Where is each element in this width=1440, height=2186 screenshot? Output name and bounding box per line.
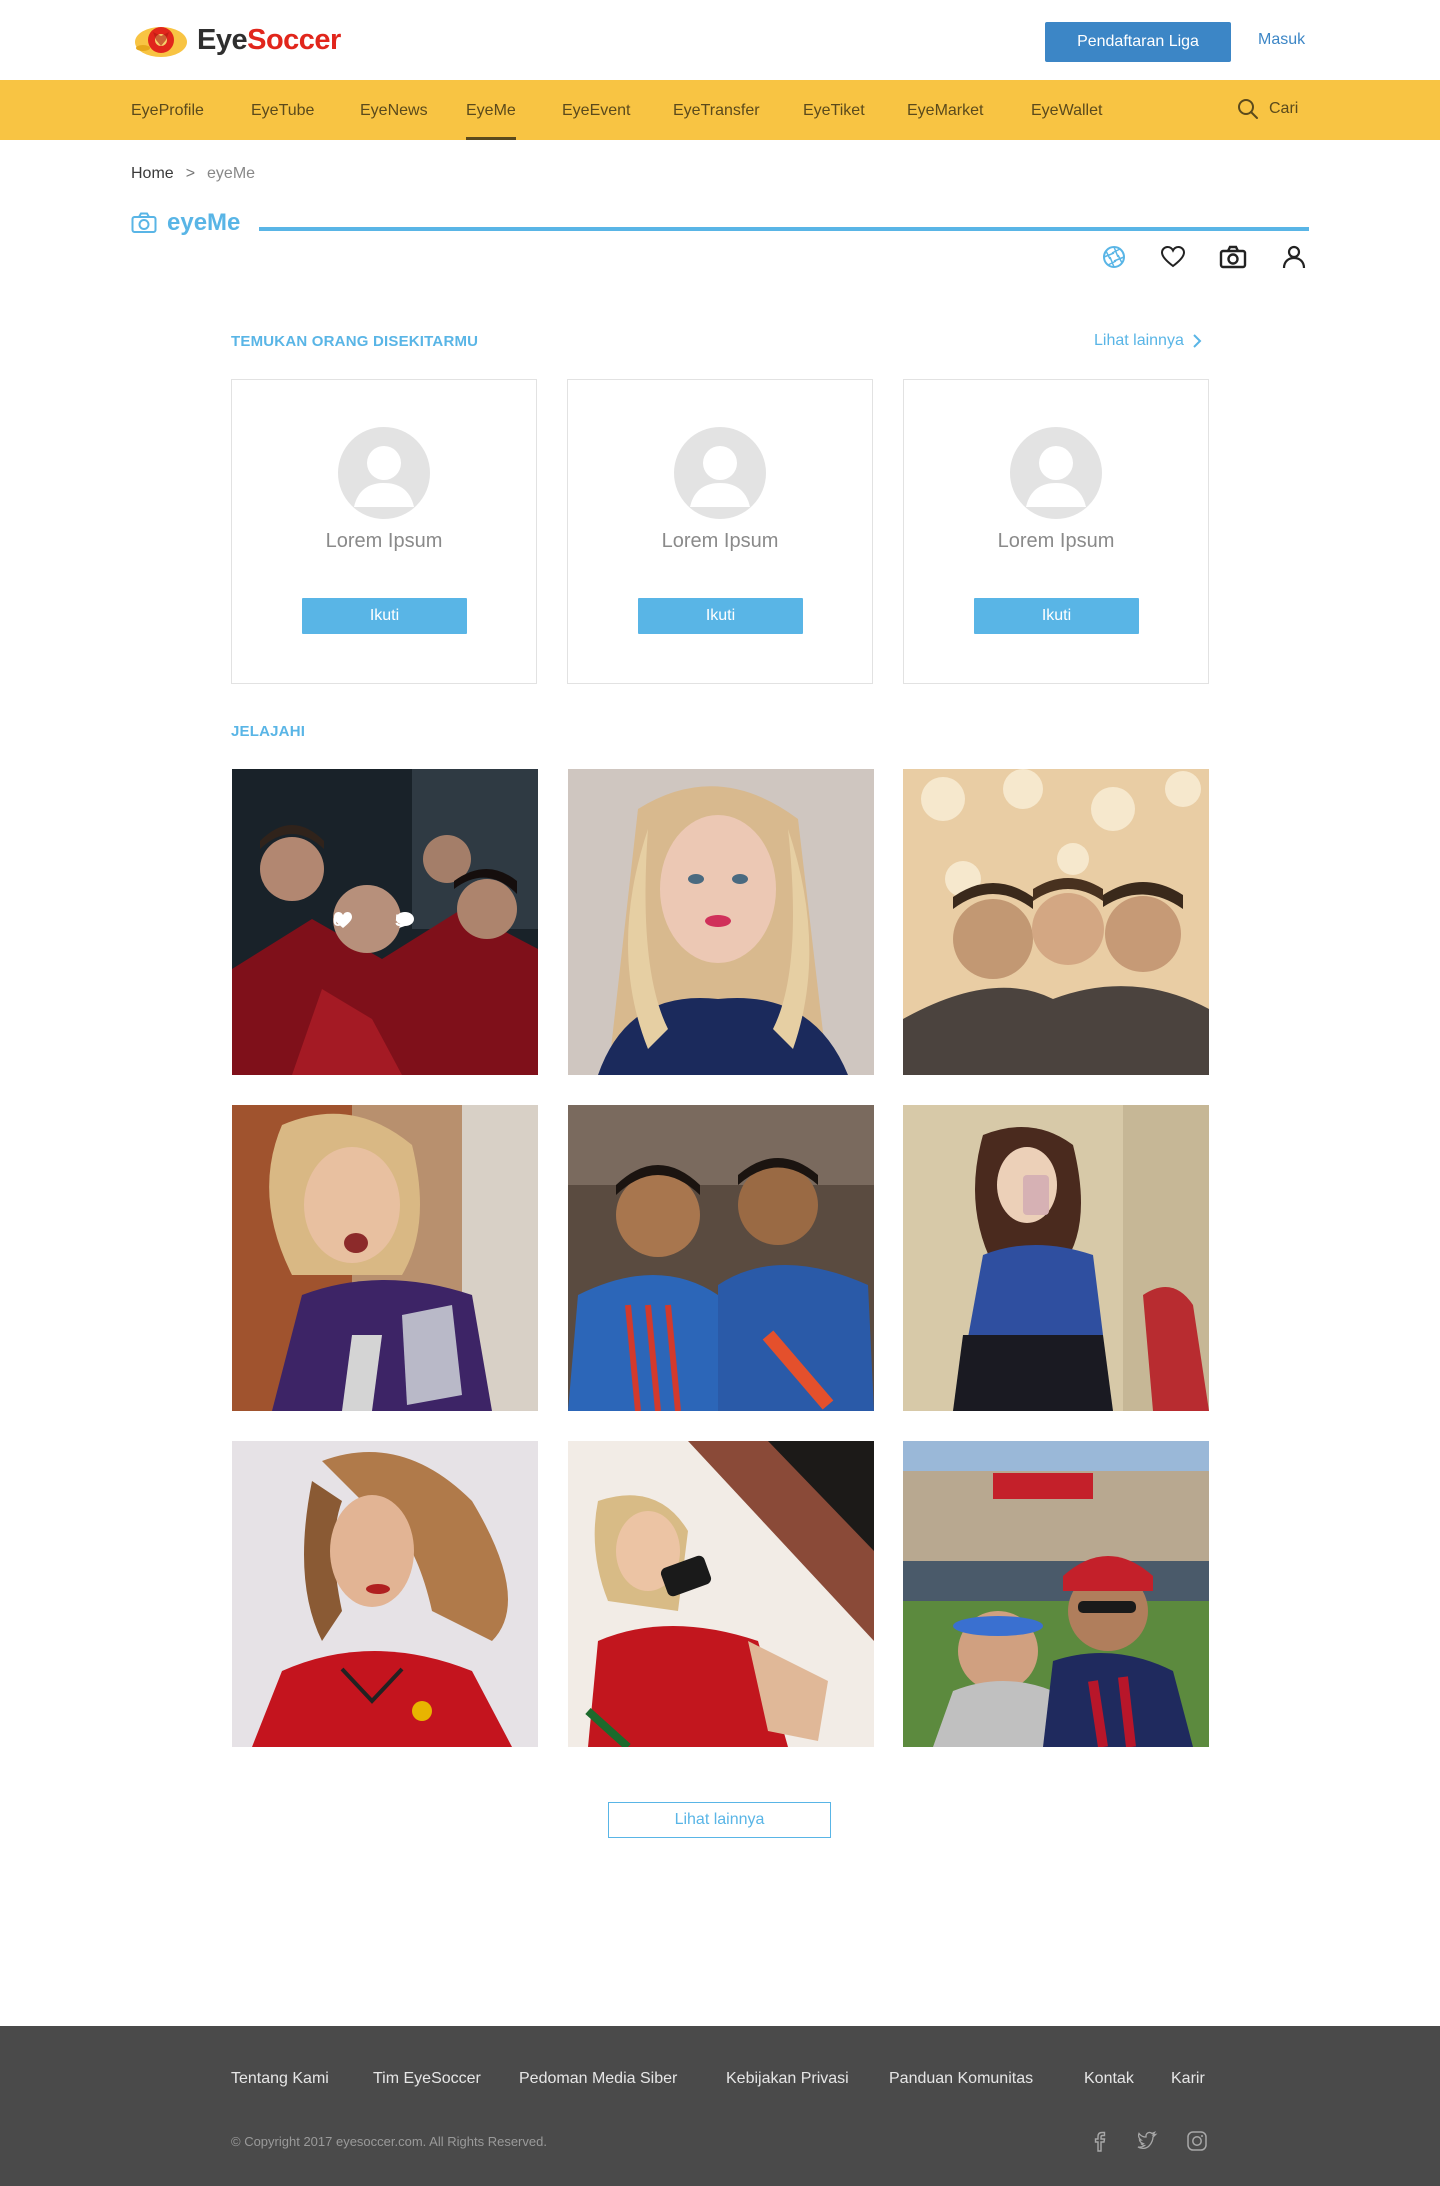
nav-item-eyetransfer[interactable]: EyeTransfer [673, 80, 760, 140]
footer-link-media-guidelines[interactable]: Pedoman Media Siber [519, 2070, 677, 2088]
person-card: Lorem Ipsum Ikuti [903, 379, 1209, 684]
nav-item-eyeme[interactable]: EyeMe [466, 80, 516, 140]
page-title-text: eyeMe [167, 209, 241, 236]
comment-icon [396, 912, 414, 928]
likes-stat: 6 [333, 911, 352, 931]
see-more-label: Lihat lainnya [1094, 332, 1184, 349]
instagram-icon[interactable] [1186, 2130, 1208, 2152]
breadcrumb-current: eyeMe [207, 165, 256, 182]
avatar-placeholder-icon[interactable] [674, 427, 766, 519]
main-nav: EyeProfile EyeTube EyeNews EyeMe EyeEven… [0, 80, 1440, 140]
logo-text-eye: Eye [197, 23, 248, 56]
footer-link-team[interactable]: Tim EyeSoccer [373, 2070, 481, 2088]
aperture-icon[interactable] [1100, 243, 1128, 271]
twitter-icon[interactable] [1136, 2130, 1158, 2152]
follow-button[interactable]: Ikuti [974, 598, 1139, 634]
camera-title-icon [131, 212, 157, 233]
person-name: Lorem Ipsum [325, 530, 443, 552]
person-name: Lorem Ipsum [997, 530, 1115, 552]
explore-photo[interactable] [568, 1441, 874, 1747]
follow-button[interactable]: Ikuti [638, 598, 803, 634]
cricket-fans-selfie-image [568, 1105, 874, 1411]
nav-item-eyewallet[interactable]: EyeWallet [1031, 80, 1102, 140]
title-divider [259, 227, 1309, 231]
person-card: Lorem Ipsum Ikuti [567, 379, 873, 684]
breadcrumb-separator: > [185, 165, 196, 182]
nav-item-eyetiket[interactable]: EyeTiket [803, 80, 865, 140]
avatar-placeholder-icon[interactable] [1010, 427, 1102, 519]
explore-photo[interactable]: 6 5 [232, 769, 538, 1075]
comments-stat: 5 [395, 911, 414, 931]
explore-photo[interactable] [903, 1441, 1209, 1747]
search-icon [1238, 99, 1258, 119]
nav-item-eyemarket[interactable]: EyeMarket [907, 80, 983, 140]
stadium-selfie-image [903, 1441, 1209, 1747]
follow-button[interactable]: Ikuti [302, 598, 467, 634]
explore-photo[interactable] [232, 1105, 538, 1411]
heart-icon[interactable] [1159, 243, 1187, 271]
top-header: EyeSoccer Pendaftaran Liga Masuk [0, 0, 1440, 80]
footer-link-careers[interactable]: Karir [1171, 2070, 1205, 2088]
heart-filled-icon [334, 912, 352, 928]
footer: Tentang Kami Tim EyeSoccer Pedoman Media… [0, 2026, 1440, 2186]
nav-item-eyenews[interactable]: EyeNews [360, 80, 428, 140]
register-league-button[interactable]: Pendaftaran Liga [1045, 22, 1231, 62]
three-friends-selfie-image [903, 769, 1209, 1075]
explore-photo[interactable] [903, 1105, 1209, 1411]
eyesoccer-logo[interactable]: EyeSoccer [131, 18, 341, 62]
explore-photo[interactable] [232, 1441, 538, 1747]
chevron-right-icon [1193, 334, 1202, 348]
mirror-selfie-image [903, 1105, 1209, 1411]
facebook-icon[interactable] [1088, 2130, 1110, 2152]
search-label: Cari [1269, 100, 1299, 117]
eyeme-toolbar [1100, 243, 1310, 273]
person-card: Lorem Ipsum Ikuti [231, 379, 537, 684]
copyright-text: © Copyright 2017 eyesoccer.com. All Righ… [231, 2134, 547, 2149]
nav-item-eyeevent[interactable]: EyeEvent [562, 80, 630, 140]
red-jersey-portrait-image [232, 1441, 538, 1747]
explore-photo[interactable] [568, 769, 874, 1075]
people-see-more-link[interactable]: Lihat lainnya [1094, 332, 1202, 350]
phone-selfie-image [568, 1441, 874, 1747]
breadcrumb: Home > eyeMe [131, 165, 255, 183]
avatar-placeholder-icon[interactable] [338, 427, 430, 519]
person-name: Lorem Ipsum [661, 530, 779, 552]
jersey-selfie-image [232, 1105, 538, 1411]
page-title: eyeMe [131, 209, 240, 237]
camera-icon[interactable] [1219, 243, 1247, 271]
breadcrumb-home[interactable]: Home [131, 165, 174, 183]
footer-link-community[interactable]: Panduan Komunitas [889, 2070, 1033, 2088]
logo-text-soccer: Soccer [247, 23, 341, 56]
user-icon[interactable] [1280, 243, 1308, 271]
footer-link-about[interactable]: Tentang Kami [231, 2070, 329, 2088]
footer-link-privacy[interactable]: Kebijakan Privasi [726, 2070, 849, 2088]
nav-item-eyeprofile[interactable]: EyeProfile [131, 80, 204, 140]
explore-photo[interactable] [568, 1105, 874, 1411]
explore-see-more-button[interactable]: Lihat lainnya [608, 1802, 831, 1838]
login-link[interactable]: Masuk [1258, 31, 1305, 49]
photo-stats-overlay: 6 5 [232, 769, 538, 1075]
logo-mark-icon [135, 27, 187, 57]
nav-item-eyetube[interactable]: EyeTube [251, 80, 314, 140]
people-heading: TEMUKAN ORANG DISEKITARMU [231, 333, 479, 350]
search-button[interactable]: Cari [1237, 98, 1298, 120]
blonde-selfie-image [568, 769, 874, 1075]
explore-heading: JELAJAHI [231, 723, 306, 740]
footer-link-contact[interactable]: Kontak [1084, 2070, 1134, 2088]
explore-photo[interactable] [903, 769, 1209, 1075]
